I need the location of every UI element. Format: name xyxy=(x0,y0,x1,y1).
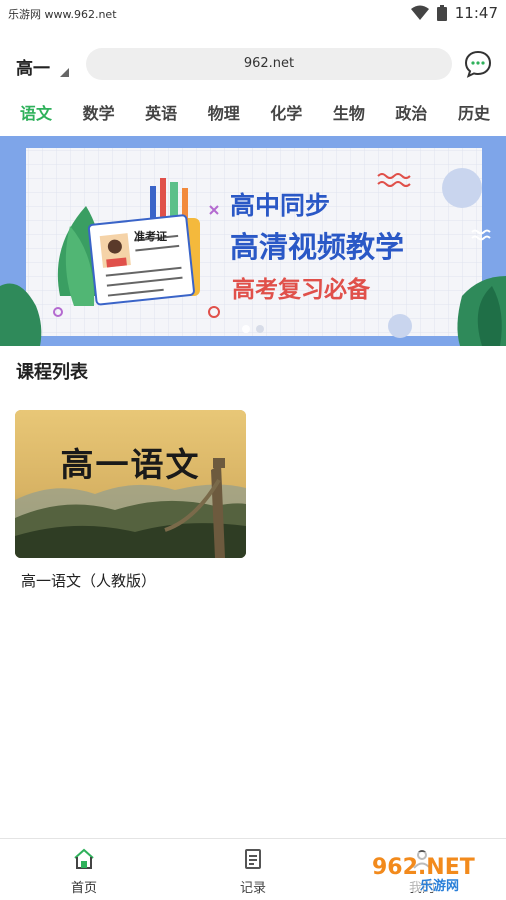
carousel-dot-2[interactable] xyxy=(256,325,264,333)
nav-home-label: 首页 xyxy=(70,881,97,896)
subject-tabs: 语文 数学 英语 物理 化学 生物 政治 历史 xyxy=(0,96,506,132)
top-header: 高一 962.net xyxy=(0,44,506,84)
tab-biology[interactable]: 生物 xyxy=(333,96,365,132)
status-bar: 乐游网 www.962.net 11:47 xyxy=(0,0,506,26)
wifi-icon xyxy=(410,5,429,20)
tab-chinese[interactable]: 语文 xyxy=(20,96,52,132)
course-thumbnail[interactable]: 高一语文 xyxy=(15,410,246,558)
tab-chemistry[interactable]: 化学 xyxy=(270,96,302,132)
nav-home[interactable]: 首页 xyxy=(54,847,114,896)
nav-record-label: 记录 xyxy=(239,881,266,896)
carousel-dot-1[interactable] xyxy=(242,325,250,333)
tab-math[interactable]: 数学 xyxy=(83,96,115,132)
course-list-title: 课程列表 xyxy=(16,362,88,383)
watermark-subtitle: 乐游网 xyxy=(420,878,459,894)
card-label: 准考证 xyxy=(134,229,167,243)
tab-english[interactable]: 英语 xyxy=(145,96,177,132)
tab-politics[interactable]: 政治 xyxy=(395,96,427,132)
record-icon xyxy=(245,849,261,869)
battery-icon xyxy=(436,5,447,21)
site-watermark-logo: 962.NET 乐游网 xyxy=(368,852,500,894)
course-name[interactable]: 高一语文（人教版） xyxy=(21,570,247,591)
search-input[interactable]: 962.net xyxy=(86,48,452,80)
grade-selector[interactable]: 高一 xyxy=(16,54,50,79)
tab-physics[interactable]: 物理 xyxy=(208,96,240,132)
home-icon xyxy=(74,848,94,869)
message-icon[interactable] xyxy=(462,48,494,80)
grade-dropdown-icon[interactable] xyxy=(60,68,69,77)
thumbnail-title: 高一语文 xyxy=(60,445,201,484)
course-card[interactable]: 高一语文 高一语文（人教版） xyxy=(15,410,247,591)
carrier-text: 乐游网 www.962.net xyxy=(8,8,117,21)
banner-headline-3: 高考复习必备 xyxy=(232,277,370,303)
banner-headline-2: 高清视频教学 xyxy=(230,230,405,264)
banner-headline-1: 高中同步 xyxy=(230,191,331,220)
carousel-indicator xyxy=(242,325,264,333)
tab-history[interactable]: 历史 xyxy=(458,96,490,132)
promo-banner[interactable]: 准考证 高中同步 高清视频教学 高考复习必备 xyxy=(0,136,506,346)
nav-record[interactable]: 记录 xyxy=(223,847,283,896)
watermark-brand: 962.NET xyxy=(372,855,475,880)
clock: 11:47 xyxy=(454,4,498,22)
